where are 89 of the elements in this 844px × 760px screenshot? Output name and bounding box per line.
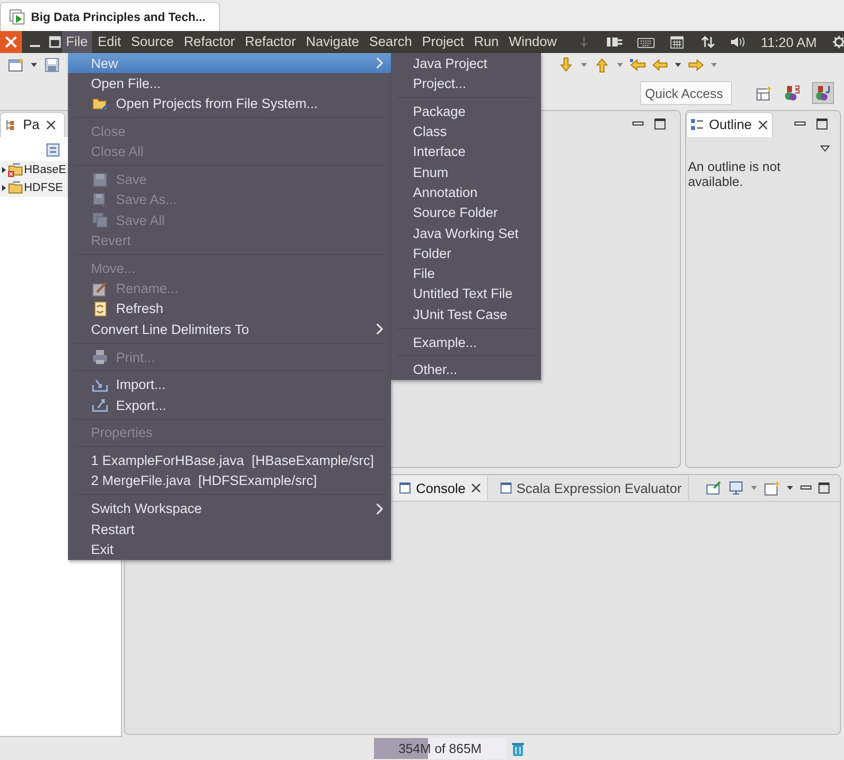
clock-text: 11:20 AM bbox=[760, 34, 817, 50]
menu-item[interactable]: Open File... bbox=[68, 73, 391, 94]
menu-item[interactable]: 2 MergeFile.java [HDFSExample/src] bbox=[68, 470, 391, 492]
refresh-icon bbox=[92, 300, 108, 317]
maximize-icon[interactable] bbox=[816, 118, 828, 130]
forward-arrow-icon[interactable] bbox=[688, 57, 704, 73]
menu-item[interactable]: Example... bbox=[391, 332, 541, 352]
menu-item[interactable]: Export... bbox=[68, 394, 391, 416]
menu-item[interactable]: Open Projects from File System... bbox=[68, 94, 391, 114]
menu-item[interactable]: Edit bbox=[94, 31, 126, 53]
save-as-icon bbox=[92, 192, 108, 208]
keyboard-icon[interactable] bbox=[636, 35, 655, 49]
menu-item[interactable]: Java Project bbox=[391, 53, 541, 74]
new-console-icon[interactable] bbox=[764, 480, 780, 496]
window-tab[interactable]: Big Data Principles and Tech... bbox=[0, 2, 220, 31]
menu-item[interactable]: Java Working Set bbox=[391, 222, 541, 244]
menu-item[interactable]: Folder bbox=[391, 243, 541, 264]
java-perspective-icon[interactable] bbox=[812, 82, 834, 104]
plug-icon[interactable] bbox=[606, 35, 624, 49]
package-explorer-tab[interactable]: Pa bbox=[0, 112, 65, 136]
menu-item[interactable]: Annotation bbox=[391, 182, 541, 203]
menu-item[interactable]: Source Folder bbox=[391, 202, 541, 223]
pin-console-icon[interactable] bbox=[706, 480, 722, 496]
open-perspective-icon[interactable] bbox=[756, 85, 772, 101]
trash-icon[interactable] bbox=[510, 740, 526, 756]
hierarchy-icon bbox=[5, 118, 17, 130]
maximize-icon[interactable] bbox=[654, 118, 666, 130]
menu-item[interactable]: Enum bbox=[391, 162, 541, 182]
window-icon bbox=[500, 482, 512, 494]
menu-item[interactable]: Switch Workspace bbox=[68, 498, 391, 519]
monitor-icon[interactable] bbox=[728, 480, 744, 496]
menu-item[interactable]: Run bbox=[470, 31, 503, 53]
menu-item[interactable]: Search bbox=[365, 31, 416, 53]
chevron-icon bbox=[375, 57, 383, 70]
menu-item[interactable]: Untitled Text File bbox=[391, 284, 541, 304]
caret-icon[interactable] bbox=[674, 61, 682, 69]
calendar-icon[interactable] bbox=[668, 35, 686, 49]
outline-icon bbox=[691, 118, 703, 130]
menu-item[interactable]: Project... bbox=[391, 73, 541, 94]
export-icon bbox=[92, 397, 108, 414]
play-icon bbox=[9, 9, 25, 25]
printer-icon bbox=[92, 349, 108, 365]
scala-perspective-icon[interactable] bbox=[782, 83, 802, 103]
menu-item[interactable]: Refresh bbox=[68, 298, 391, 320]
menu-item[interactable]: Other... bbox=[391, 360, 541, 380]
window-icon bbox=[399, 482, 411, 494]
menu-item[interactable]: Source bbox=[127, 31, 178, 53]
menu-item[interactable]: Interface bbox=[391, 142, 541, 162]
close-icon[interactable] bbox=[758, 120, 768, 130]
menu-item[interactable]: Project bbox=[418, 31, 468, 53]
network-icon[interactable] bbox=[698, 35, 717, 49]
menu-item[interactable]: Import... bbox=[68, 374, 391, 395]
caret-icon[interactable] bbox=[30, 61, 38, 69]
menu-item[interactable]: Refactor bbox=[180, 31, 239, 53]
menu-item[interactable]: File bbox=[62, 31, 92, 53]
back-arrow-icon[interactable] bbox=[652, 57, 668, 73]
chevron-icon bbox=[375, 502, 383, 515]
save-all-icon bbox=[92, 212, 108, 228]
next-annotation-icon[interactable] bbox=[558, 57, 574, 73]
caret-icon[interactable] bbox=[786, 484, 794, 492]
menu-item[interactable]: Restart bbox=[68, 518, 391, 540]
save-icon bbox=[92, 172, 108, 188]
quick-access-field[interactable]: Quick Access bbox=[640, 81, 732, 105]
view-tab[interactable]: Scala Expression Evaluator bbox=[494, 476, 689, 500]
menu-item[interactable]: File bbox=[391, 263, 541, 284]
save-icon[interactable] bbox=[44, 57, 60, 73]
menu-item[interactable]: 1 ExampleForHBase.java [HBaseExample/src] bbox=[68, 450, 391, 471]
collapse-all-icon[interactable] bbox=[46, 143, 60, 157]
menu-item[interactable]: Exit bbox=[68, 539, 391, 560]
previous-annotation-icon[interactable] bbox=[594, 57, 610, 73]
menu-item[interactable]: Class bbox=[391, 121, 541, 142]
outline-message: An outline is not available. bbox=[688, 159, 782, 189]
maximize-icon[interactable] bbox=[818, 482, 830, 494]
view-tab[interactable]: Console bbox=[393, 476, 488, 500]
outline-tab[interactable]: Outline bbox=[686, 112, 773, 136]
menu-item[interactable]: Convert Line Delimiters To bbox=[68, 319, 391, 340]
new-window-icon[interactable] bbox=[8, 57, 24, 73]
pencil-icon bbox=[92, 280, 108, 297]
view-menu-icon[interactable] bbox=[820, 143, 830, 153]
menu-item[interactable]: JUnit Test Case bbox=[391, 304, 541, 324]
menu-item[interactable]: Package bbox=[391, 101, 541, 122]
menu-item[interactable]: Navigate bbox=[302, 31, 364, 53]
close-icon[interactable] bbox=[46, 120, 56, 130]
last-edit-icon[interactable] bbox=[630, 57, 646, 73]
folder-icon bbox=[92, 96, 108, 112]
menu-item[interactable]: Refactor bbox=[240, 31, 300, 53]
close-icon[interactable] bbox=[470, 483, 481, 493]
chevron-icon bbox=[375, 323, 383, 336]
menu-item[interactable]: Window bbox=[504, 31, 561, 53]
